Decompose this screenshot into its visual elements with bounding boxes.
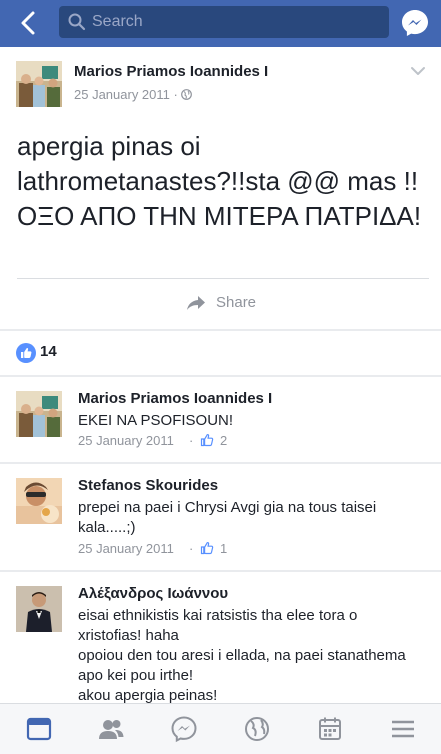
comment-text: EKEI NA PSOFISOUN! bbox=[78, 412, 234, 429]
thumbs-up-icon bbox=[200, 542, 214, 555]
comment: Αλέξανδρος Ιωάννου eisai ethnikistis kai… bbox=[0, 572, 441, 704]
post-meta: 25 January 2011 · bbox=[74, 87, 193, 102]
meta-separator: · bbox=[189, 433, 194, 448]
events-icon[interactable] bbox=[316, 715, 344, 743]
menu-icon[interactable] bbox=[389, 715, 417, 743]
post-text: apergia pinas oi lathrometanastes?!!sta … bbox=[17, 131, 422, 231]
comment: Marios Priamos Ioannides I EKEI NA PSOFI… bbox=[0, 377, 441, 462]
meta-separator: · bbox=[189, 541, 194, 556]
chevron-down-icon[interactable] bbox=[410, 65, 426, 77]
meta-separator: · bbox=[173, 87, 178, 102]
post-card: Marios Priamos Ioannides I 25 January 20… bbox=[0, 47, 441, 329]
share-label: Share bbox=[216, 294, 257, 311]
post-author[interactable]: Marios Priamos Ioannides I bbox=[74, 63, 268, 80]
comment-meta: 25 January 2011 · 2 bbox=[78, 433, 238, 449]
divider bbox=[17, 278, 429, 279]
post-date[interactable]: 25 January 2011 bbox=[74, 87, 170, 102]
globe-icon[interactable] bbox=[243, 715, 271, 743]
commenter-avatar[interactable] bbox=[16, 391, 62, 437]
like-icon bbox=[16, 343, 36, 363]
commenter-name[interactable]: Marios Priamos Ioannides I bbox=[78, 390, 272, 407]
comment-date[interactable]: 25 January 2011 bbox=[78, 433, 174, 448]
messenger-icon[interactable] bbox=[170, 715, 198, 743]
comment-meta: 25 January 2011 · 1 bbox=[78, 541, 238, 557]
author-avatar[interactable] bbox=[16, 61, 62, 107]
like-count: 14 bbox=[40, 343, 57, 360]
comment-text: eisai ethnikistis kai ratsistis tha elee… bbox=[78, 607, 406, 704]
share-button[interactable]: Share bbox=[186, 293, 266, 315]
search-bar[interactable]: Search bbox=[59, 6, 389, 38]
friends-icon[interactable] bbox=[97, 715, 125, 743]
share-icon bbox=[187, 296, 205, 310]
comment-like-count: 2 bbox=[220, 433, 228, 448]
messenger-icon[interactable] bbox=[400, 8, 430, 38]
commenter-avatar[interactable] bbox=[16, 478, 62, 524]
comment-text: prepei na paei i Chrysi Avgi gia na tous… bbox=[78, 499, 377, 536]
top-bar: Search bbox=[0, 0, 441, 47]
back-icon[interactable] bbox=[14, 8, 44, 38]
reactions-bar[interactable]: 14 bbox=[0, 331, 441, 375]
commenter-avatar[interactable] bbox=[16, 586, 62, 632]
bottom-nav bbox=[0, 703, 441, 754]
globe-icon bbox=[181, 89, 193, 100]
comment: Stefanos Skourides prepei na paei i Chry… bbox=[0, 464, 441, 570]
search-icon bbox=[68, 13, 86, 31]
commenter-name[interactable]: Αλέξανδρος Ιωάννου bbox=[78, 585, 228, 602]
thumbs-up-icon bbox=[200, 434, 214, 447]
search-placeholder: Search bbox=[92, 13, 143, 30]
commenter-name[interactable]: Stefanos Skourides bbox=[78, 477, 218, 494]
comment-date[interactable]: 25 January 2011 bbox=[78, 541, 174, 556]
news-feed-icon[interactable] bbox=[25, 715, 53, 743]
comment-like-count: 1 bbox=[220, 541, 228, 556]
